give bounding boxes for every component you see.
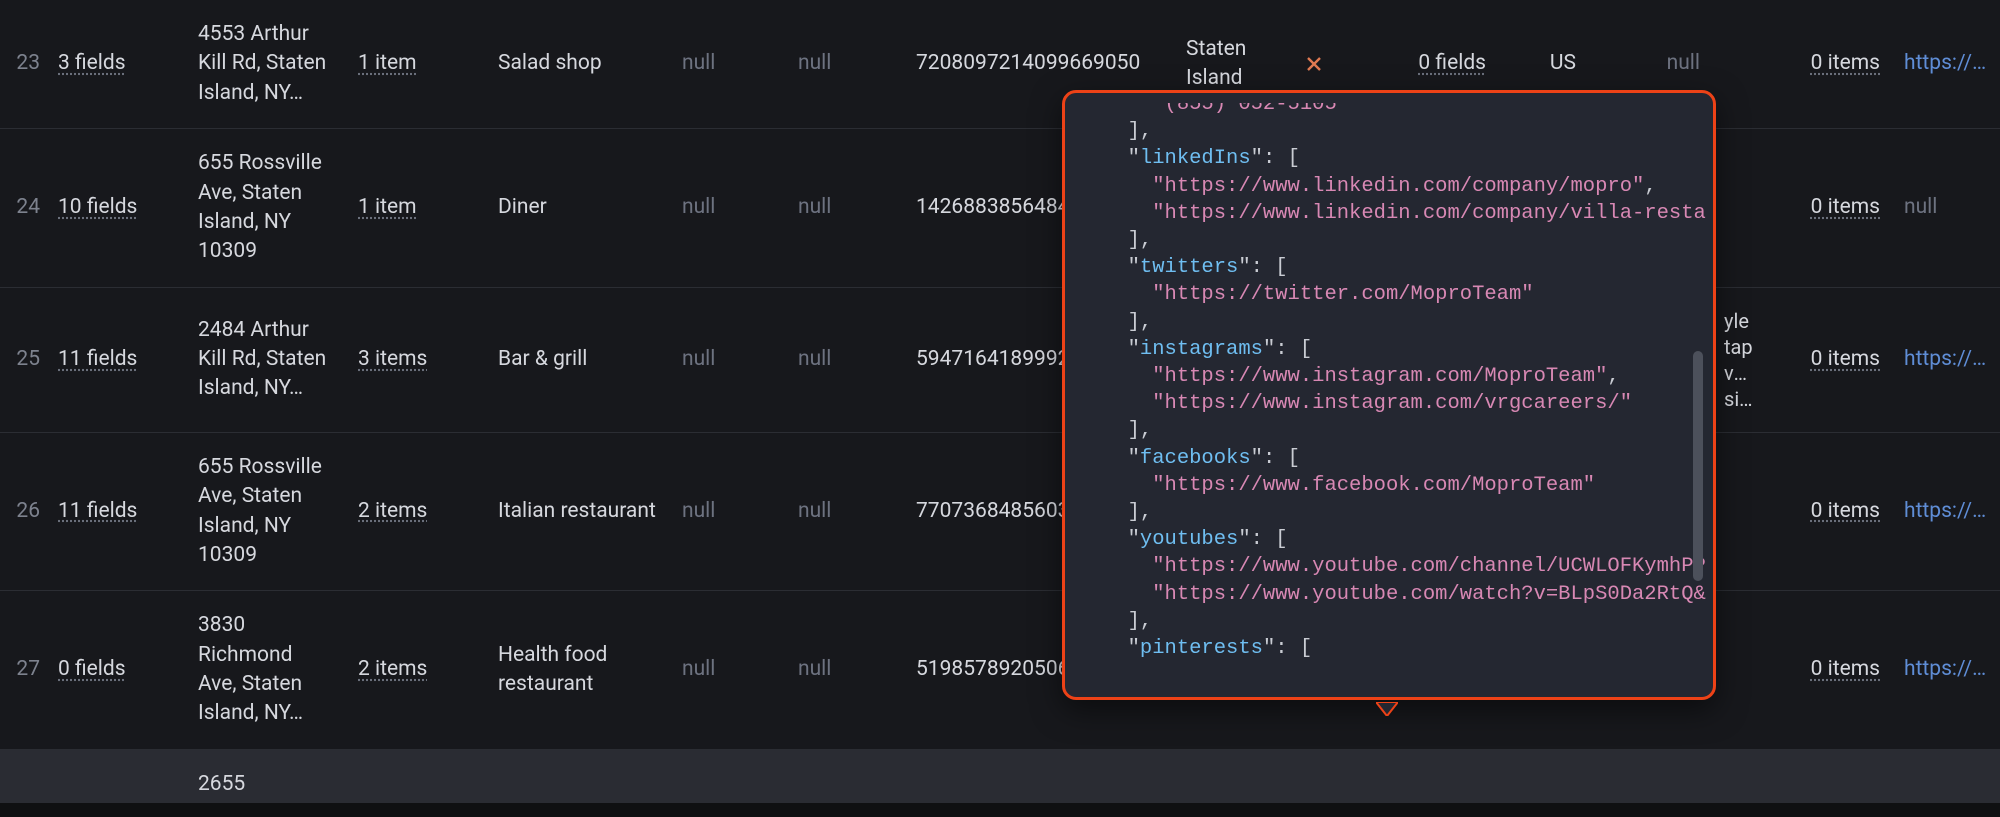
row-index: 27 [0, 647, 46, 692]
col-null-c: null [1588, 41, 1712, 86]
business-type: Bar & grill [486, 337, 670, 382]
json-preview-scroll[interactable]: "(855) 052-5105" ], "linkedIns": [ "http… [1073, 103, 1707, 687]
id-number: 7208097214099669050 [904, 41, 1174, 86]
address: 655 Rossville Ave, Staten Island, NY 103… [186, 445, 346, 579]
scrollbar-thumb[interactable] [1693, 351, 1703, 581]
items-count[interactable]: 3 items [346, 337, 486, 382]
address: 2484 Arthur Kill Rd, Staten Island, NY… [186, 308, 346, 412]
remove-icon[interactable] [1294, 56, 1334, 72]
items-count-2[interactable]: 0 items [1768, 41, 1892, 86]
json-preview-popover[interactable]: "(855) 052-5105" ], "linkedIns": [ "http… [1062, 90, 1716, 700]
items-count[interactable]: 1 item [346, 185, 486, 230]
address: 4553 Arthur Kill Rd, Staten Island, NY… [186, 12, 346, 116]
business-type: Salad shop [486, 41, 670, 86]
description-fragment [1712, 56, 1768, 72]
items-count[interactable]: 1 item [346, 41, 486, 86]
col-null-a: null [670, 185, 786, 230]
description-fragment [1712, 662, 1768, 678]
url-link[interactable]: https://food. [1892, 337, 2000, 382]
description-fragment [1712, 200, 1768, 216]
fields-count[interactable]: 11 fields [46, 489, 186, 534]
fields-count[interactable]: 3 fields [46, 41, 186, 86]
url-link: null [1892, 185, 2000, 230]
url-link[interactable]: https://food. [1892, 647, 2000, 692]
url-link[interactable]: https://food. [1892, 41, 2000, 86]
row-index: 25 [0, 337, 46, 382]
business-type: Italian restaurant [486, 489, 670, 534]
col-null-a: null [670, 647, 786, 692]
fields-count[interactable]: 0 fields [46, 647, 186, 692]
business-type: Health food restaurant [486, 633, 670, 708]
fields-count-2[interactable]: 0 fields [1334, 41, 1498, 86]
items-count-2[interactable]: 0 items [1768, 489, 1892, 534]
items-count[interactable]: 2 items [346, 489, 486, 534]
items-count-2[interactable]: 0 items [1768, 647, 1892, 692]
bottom-bar [0, 803, 2000, 817]
items-count-2[interactable]: 0 items [1768, 185, 1892, 230]
col-null-b: null [786, 337, 904, 382]
description-fragment: yle tap ver-si… [1712, 300, 1768, 420]
description-fragment [1712, 504, 1768, 520]
items-count[interactable]: 2 items [346, 647, 486, 692]
row-index: 23 [0, 41, 46, 86]
country-code: US [1498, 41, 1588, 86]
fields-count[interactable]: 10 fields [46, 185, 186, 230]
row-index: 24 [0, 185, 46, 230]
col-null-a: null [670, 489, 786, 534]
json-content: "(855) 052-5105" ], "linkedIns": [ "http… [1103, 103, 1707, 662]
col-null-b: null [786, 41, 904, 86]
col-null-b: null [786, 489, 904, 534]
address: 3830 Richmond Ave, Staten Island, NY… [186, 603, 346, 737]
col-null-b: null [786, 185, 904, 230]
col-null-a: null [670, 41, 786, 86]
popover-arrow-icon [1376, 697, 1398, 711]
col-null-a: null [670, 337, 786, 382]
row-index: 26 [0, 489, 46, 534]
address: 655 Rossville Ave, Staten Island, NY 103… [186, 141, 346, 275]
business-type: Diner [486, 185, 670, 230]
fields-count[interactable]: 11 fields [46, 337, 186, 382]
col-null-b: null [786, 647, 904, 692]
url-link[interactable]: https://food. [1892, 489, 2000, 534]
items-count-2[interactable]: 0 items [1768, 337, 1892, 382]
